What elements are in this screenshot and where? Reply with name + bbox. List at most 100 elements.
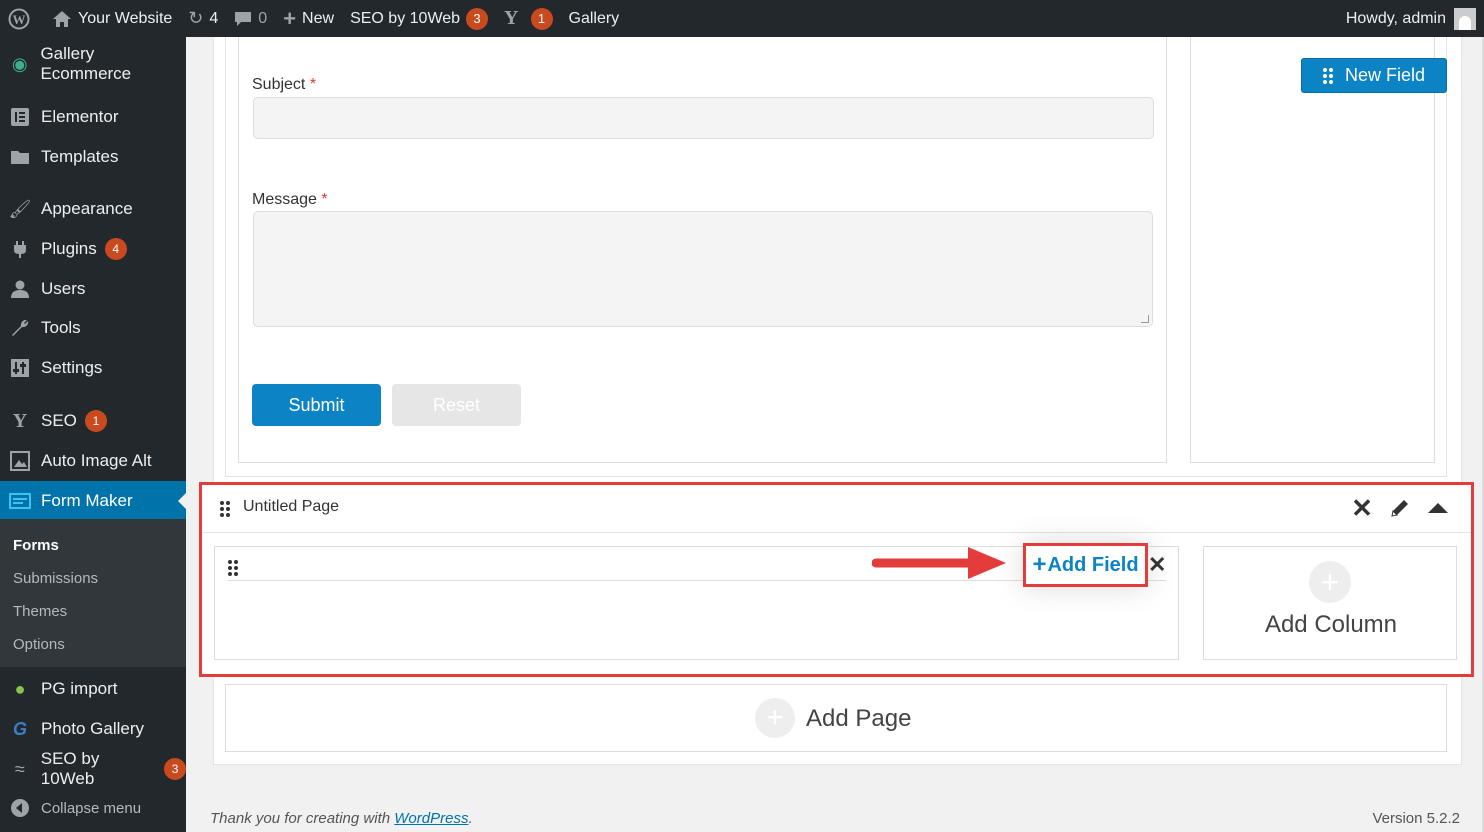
remove-column-icon[interactable]: ✕ (1148, 552, 1166, 578)
pencil-icon[interactable] (1386, 494, 1414, 522)
drag-handle-icon (1322, 67, 1333, 84)
elementor-icon (9, 106, 31, 128)
gallery-label: Gallery (568, 9, 620, 27)
page-header (202, 485, 1471, 533)
footer-credit: Thank you for creating with WordPress. (210, 810, 473, 827)
required-mark: * (309, 76, 317, 93)
yoast-icon: Y (12, 409, 28, 432)
new-field-button[interactable]: New Field (1301, 58, 1447, 93)
sidebar-item-label: Users (41, 279, 86, 298)
comments-count: 0 (258, 9, 268, 27)
sidebar-item-label: Form Maker (41, 491, 133, 510)
refresh-icon: ↻ (188, 8, 204, 28)
message-label: Message * (252, 191, 328, 208)
yoast-icon: Y (504, 7, 519, 29)
resize-handle[interactable] (1141, 315, 1149, 323)
sidebar-item-gallery-ecommerce[interactable]: ◉ Gallery Ecommerce (0, 44, 186, 84)
home-icon (52, 10, 72, 28)
sidebar-item-tools[interactable]: Tools (0, 308, 186, 348)
wordpress-logo-button[interactable]: W (0, 0, 44, 37)
sidebar-item-plugins[interactable]: Plugins 4 (0, 229, 186, 269)
yoast-link[interactable]: Y 1 (496, 0, 560, 37)
plus-icon: + (1032, 551, 1047, 578)
seo-10web-badge: 3 (466, 7, 489, 30)
sidebar-item-settings[interactable]: Settings (0, 348, 186, 388)
sidebar-item-label: SEO by 10Web (40, 749, 100, 788)
sidebar-item-templates[interactable]: Templates (0, 137, 186, 177)
sidebar-item-elementor[interactable]: Elementor (0, 97, 186, 137)
submenu-options[interactable]: Options (13, 636, 65, 653)
form-maker-submenu: Forms Submissions Themes Options (0, 519, 186, 667)
close-icon[interactable]: ✕ (1348, 493, 1376, 523)
form-maker-icon (9, 490, 31, 512)
paintbrush-icon: 🖌︎ (8, 198, 32, 219)
required-mark: * (321, 191, 328, 208)
add-field-label: Add Field (1047, 553, 1139, 576)
new-label: New (302, 9, 335, 27)
sidebar-item-label: Tools (41, 318, 81, 337)
updates-count: 4 (209, 9, 219, 27)
plugin-icon (9, 238, 31, 260)
collapse-icon (9, 797, 31, 819)
sidebar-item-users[interactable]: Users (0, 269, 186, 309)
sidebar-item-seo[interactable]: Y SEO 1 (0, 401, 186, 441)
column-drag-handle-icon[interactable] (228, 560, 238, 576)
avatar (1454, 7, 1476, 30)
sidebar-item-label: Collapse menu (41, 799, 142, 817)
submenu-themes[interactable]: Themes (13, 603, 67, 620)
account-menu[interactable]: Howdy, admin (1346, 0, 1476, 37)
yoast-badge: 1 (530, 7, 553, 30)
add-page-plus-icon: + (755, 698, 795, 738)
collapse-menu-button[interactable]: Collapse menu (0, 788, 186, 828)
comments-link[interactable]: 0 (226, 0, 275, 37)
site-name-link[interactable]: Your Website (44, 0, 180, 37)
sidebar-item-label: Auto Image Alt (41, 451, 152, 470)
sidebar-item-form-maker[interactable]: Form Maker (0, 481, 186, 521)
sidebar-item-seo-10web[interactable]: ≈ SEO by 10Web 3 (0, 749, 187, 789)
wrench-icon (9, 317, 31, 339)
howdy-text: Howdy, admin (1345, 9, 1446, 27)
svg-text:W: W (13, 12, 26, 27)
subject-input[interactable] (253, 97, 1154, 139)
pg-import-icon: ● (14, 678, 26, 699)
new-content-link[interactable]: + New (275, 0, 342, 37)
message-textarea[interactable] (253, 211, 1153, 327)
sidebar-item-label: Plugins (41, 239, 97, 258)
admin-bar: W Your Website ↻ 4 0 + New SEO by 10Web … (0, 0, 1484, 37)
page-title: Untitled Page (243, 498, 340, 515)
user-icon (9, 278, 31, 300)
add-field-button[interactable]: + Add Field (1023, 543, 1148, 587)
version-text: Version 5.2.2 (1372, 810, 1460, 827)
chevron-up-icon[interactable] (1424, 494, 1452, 522)
sidebar-item-label: Photo Gallery (41, 719, 144, 738)
sidebar-item-label: Elementor (41, 107, 119, 126)
empty-column (1190, 37, 1435, 463)
sidebar-item-label: Gallery Ecommerce (40, 44, 132, 83)
submenu-forms[interactable]: Forms (13, 537, 59, 554)
add-page-button[interactable]: + Add Page (225, 684, 1447, 752)
seo-10web-link[interactable]: SEO by 10Web 3 (342, 0, 496, 37)
sidebar-item-pg-import[interactable]: ● PG import (0, 669, 186, 709)
sidebar-item-photo-gallery[interactable]: G Photo Gallery (0, 709, 186, 749)
admin-sidebar: ◉ Gallery Ecommerce Elementor Templates … (0, 37, 187, 832)
arrow-annotation-icon (872, 547, 1006, 579)
add-column-label: Add Column (1264, 611, 1398, 638)
seo-10web-icon: ≈ (14, 758, 25, 779)
add-column-button[interactable]: + Add Column (1203, 546, 1457, 660)
plugins-badge: 4 (104, 238, 127, 260)
sidebar-item-auto-image-alt[interactable]: Auto Image Alt (0, 441, 186, 481)
gallery-ecommerce-icon: ◉ (11, 53, 28, 74)
sidebar-item-label: Appearance (41, 199, 133, 218)
settings-icon (9, 357, 31, 379)
sidebar-item-appearance[interactable]: 🖌︎ Appearance (0, 189, 186, 229)
submit-button[interactable]: Submit (252, 384, 381, 426)
seo-10web-sidebar-badge: 3 (164, 758, 187, 780)
gallery-link[interactable]: Gallery (561, 0, 628, 37)
seo-10web-label: SEO by 10Web (350, 9, 461, 27)
updates-link[interactable]: ↻ 4 (180, 0, 226, 37)
wordpress-link[interactable]: WordPress (394, 810, 468, 827)
reset-button[interactable]: Reset (392, 384, 521, 426)
submenu-submissions[interactable]: Submissions (13, 570, 98, 587)
comment-icon (234, 11, 252, 27)
page-drag-handle-icon[interactable] (220, 501, 230, 517)
